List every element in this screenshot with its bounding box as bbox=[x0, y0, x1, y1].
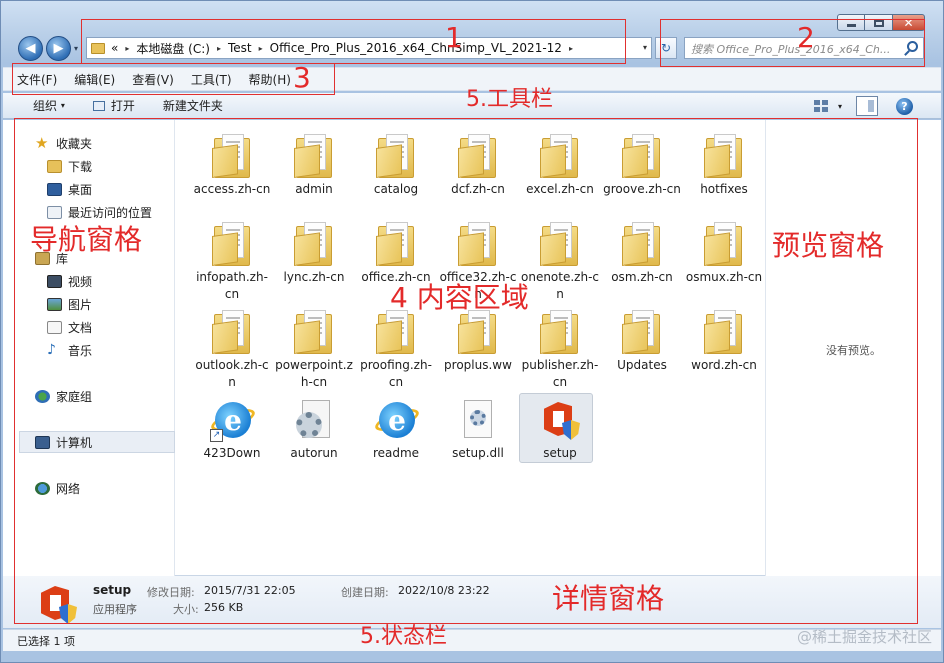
organize-button[interactable]: 组织 ▾ bbox=[33, 97, 65, 114]
annotation-box-address bbox=[81, 19, 626, 64]
annotation-label-toolbar: 5.工具栏 bbox=[466, 87, 553, 112]
help-icon[interactable]: ? bbox=[896, 97, 913, 115]
annotation-label-2: 2 bbox=[797, 21, 815, 54]
watermark: @稀土掘金技术社区 bbox=[796, 628, 932, 646]
organize-label: 组织 bbox=[33, 99, 58, 113]
annotation-label-3: 3 bbox=[293, 61, 311, 94]
annotation-label-content: 4 内容区域 bbox=[390, 281, 529, 314]
forward-button[interactable]: ▶ bbox=[46, 36, 71, 61]
annotation-box-menu bbox=[12, 63, 335, 95]
toolbar-right: ▾ ? bbox=[813, 96, 913, 116]
back-button[interactable]: ◀ bbox=[18, 36, 43, 61]
recent-pages-dropdown[interactable]: ▾ bbox=[74, 44, 78, 53]
new-folder-button[interactable]: 新建文件夹 bbox=[163, 97, 223, 114]
annotation-label-1: 1 bbox=[445, 21, 463, 54]
annotation-box-search bbox=[660, 19, 925, 67]
open-button[interactable]: 打开 bbox=[92, 97, 135, 114]
change-view-icon[interactable] bbox=[813, 100, 828, 112]
preview-pane-toggle-icon[interactable] bbox=[856, 96, 878, 116]
view-options-dropdown[interactable]: ▾ bbox=[838, 102, 842, 111]
annotation-label-details: 详情窗格 bbox=[552, 582, 665, 615]
annotation-label-preview: 预览窗格 bbox=[772, 229, 885, 262]
open-label: 打开 bbox=[110, 99, 135, 113]
address-history-dropdown[interactable]: ▾ bbox=[643, 43, 647, 52]
annotation-label-statusbar: 5.状态栏 bbox=[360, 624, 447, 649]
organize-dropdown-icon: ▾ bbox=[60, 101, 65, 110]
annotation-label-navpane: 导航窗格 bbox=[30, 223, 143, 256]
annotation-box-main bbox=[14, 118, 918, 624]
open-icon bbox=[92, 100, 105, 111]
